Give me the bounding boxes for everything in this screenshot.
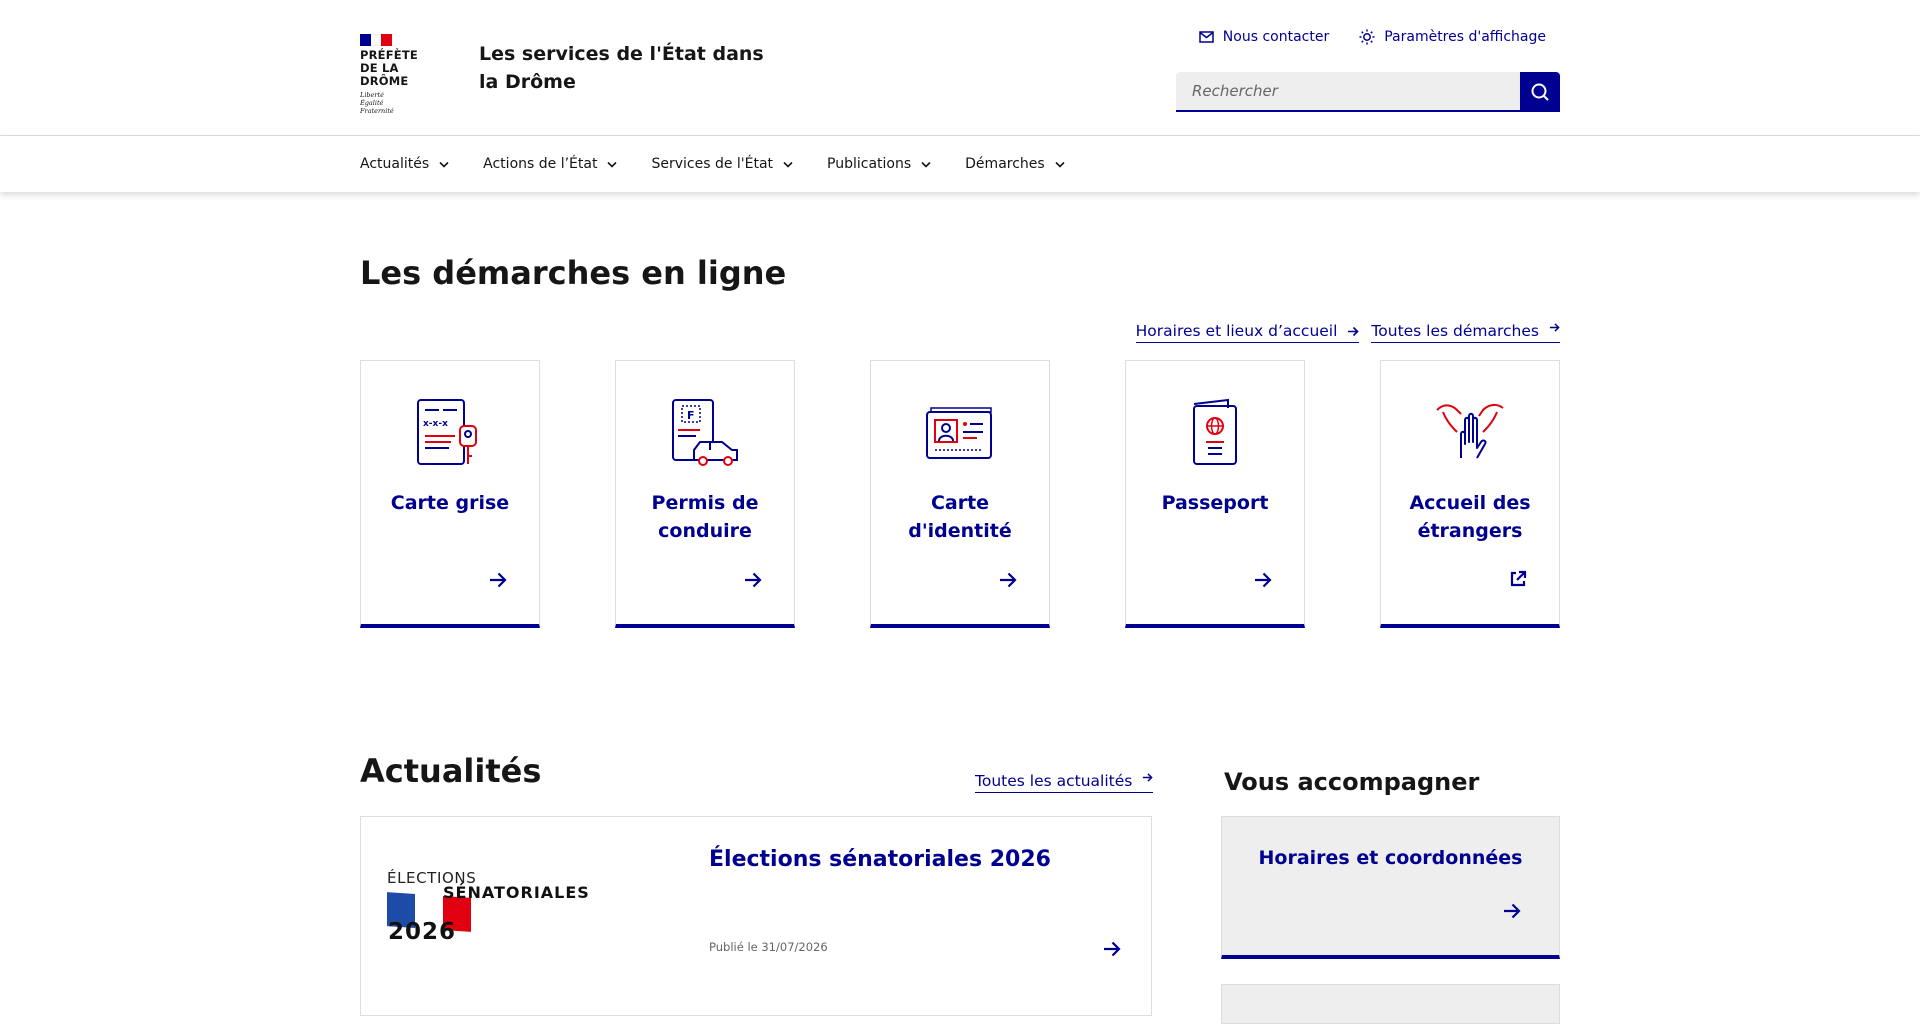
accompagner-title: Vous accompagner (1224, 768, 1480, 796)
news-image-text-3: 2026 (388, 919, 457, 945)
arrow-right-icon (1104, 941, 1121, 957)
logo-name-line2: DE LA DRÔME (360, 61, 409, 88)
actualites-title: Actualités (360, 752, 542, 790)
driving-license-icon: F (672, 399, 738, 466)
nav-item-demarches[interactable]: Démarches (965, 156, 1065, 172)
card-title: Passeport (1161, 492, 1269, 514)
header-tools: Nous contacter Paramètres d'affichage (1199, 29, 1546, 45)
nav-item-actualites[interactable]: Actualités (360, 156, 449, 172)
news-title[interactable]: Élections sénatoriales 2026 (709, 847, 1051, 872)
arrow-right-icon (745, 572, 762, 588)
arrow-right-icon (1255, 572, 1272, 588)
passport-icon (1193, 398, 1237, 465)
sun-icon (1359, 29, 1375, 45)
chevron-down-icon (607, 161, 618, 168)
arrow-up-right-icon (1143, 772, 1153, 782)
chevron-down-icon (921, 161, 931, 168)
demarches-links: Horaires et lieux d’accueil Toutes les d… (1135, 322, 1560, 343)
motto-line1: Liberté (360, 91, 384, 99)
chevron-down-icon (783, 161, 793, 168)
mail-icon (1199, 31, 1214, 43)
card-accueil-etrangers[interactable]: Accueil des étrangers (1380, 360, 1560, 628)
card-title: Carte grise (390, 492, 510, 514)
card-title: Permis de conduire (651, 492, 759, 542)
search-icon (1531, 83, 1549, 101)
toutes-demarches-link[interactable]: Toutes les démarches (1371, 322, 1560, 343)
motto: Liberté Égalité Fraternité (360, 91, 450, 115)
motto-line3: Fraternité (360, 107, 394, 115)
svg-text:F: F (687, 409, 695, 422)
search-input[interactable] (1176, 72, 1520, 112)
toutes-actualites-label: Toutes les actualités (975, 772, 1133, 790)
news-date: Publié le 31/07/2026 (709, 940, 828, 954)
contact-link[interactable]: Nous contacter (1199, 29, 1329, 45)
nav-item-services-etat[interactable]: Services de l'État (651, 156, 793, 172)
display-settings-label: Paramètres d'affichage (1384, 29, 1546, 45)
nav-item-publications[interactable]: Publications (827, 156, 931, 172)
arrow-right-icon (1348, 326, 1360, 336)
horaires-link-label: Horaires et lieux d’accueil (1135, 322, 1338, 340)
demarches-title: Les démarches en ligne (360, 254, 787, 292)
chevron-down-icon (1055, 161, 1065, 168)
horaires-coordonnees-title: Horaires et coordonnées (1258, 847, 1523, 869)
chevron-down-icon (439, 161, 449, 168)
demarches-cards: x-x-x Carte grise F Permis de conduire C… (360, 360, 1560, 628)
toutes-actualites-link[interactable]: Toutes les actualités (975, 772, 1154, 793)
nav-item-actions-etat[interactable]: Actions de l’État (483, 156, 618, 172)
card-passeport[interactable]: Passeport (1125, 360, 1305, 628)
arrow-right-icon (1000, 572, 1017, 588)
arrow-right-icon (490, 572, 507, 588)
main-navigation: Actualités Actions de l’État Services de… (0, 136, 1920, 192)
card-title: Carte d'identité (908, 492, 1012, 542)
site-header: PRÉFÈTE DE LA DRÔME Liberté Égalité Frat… (0, 0, 1920, 136)
card-permis-conduire[interactable]: F Permis de conduire (615, 360, 795, 628)
nav-item-label: Démarches (965, 156, 1045, 172)
search-bar (1176, 72, 1560, 112)
news-card[interactable]: ÉLECTIONS SÉNATORIALES 2026 Élections sé… (360, 816, 1152, 1016)
nav-item-label: Services de l'État (651, 156, 774, 172)
service-title[interactable]: Les services de l'État dans la Drôme (479, 40, 769, 96)
nav-item-label: Publications (827, 156, 912, 172)
foreigners-welcome-icon (1436, 403, 1504, 459)
nav-items: Actualités Actions de l’État Services de… (360, 136, 1065, 192)
contact-label: Nous contacter (1222, 29, 1330, 45)
nav-item-label: Actions de l’État (483, 156, 598, 172)
external-link-icon (1510, 570, 1527, 587)
vehicle-registration-icon: x-x-x (417, 399, 477, 465)
search-button[interactable] (1520, 72, 1560, 112)
card-title: Accueil des étrangers (1409, 492, 1531, 542)
news-image: ÉLECTIONS SÉNATORIALES 2026 (381, 865, 633, 945)
news-image-text-2: SÉNATORIALES (443, 883, 590, 902)
arrow-up-right-icon (1549, 322, 1560, 332)
prefecture-logo[interactable]: PRÉFÈTE DE LA DRÔME Liberté Égalité Frat… (360, 34, 450, 115)
svg-text:x-x-x: x-x-x (423, 419, 448, 429)
motto-line2: Égalité (360, 99, 384, 107)
toutes-demarches-label: Toutes les démarches (1371, 322, 1539, 340)
horaires-link[interactable]: Horaires et lieux d’accueil (1135, 322, 1360, 343)
nav-item-label: Actualités (360, 156, 430, 172)
accompagner-card-next[interactable] (1221, 984, 1560, 1024)
french-flag-icon (360, 34, 393, 46)
arrow-right-icon (1504, 903, 1521, 919)
card-carte-grise[interactable]: x-x-x Carte grise (360, 360, 540, 628)
horaires-coordonnees-card[interactable]: Horaires et coordonnées (1221, 816, 1560, 959)
id-card-icon (926, 407, 992, 459)
card-carte-identite[interactable]: Carte d'identité (870, 360, 1050, 628)
display-settings-link[interactable]: Paramètres d'affichage (1359, 29, 1546, 45)
